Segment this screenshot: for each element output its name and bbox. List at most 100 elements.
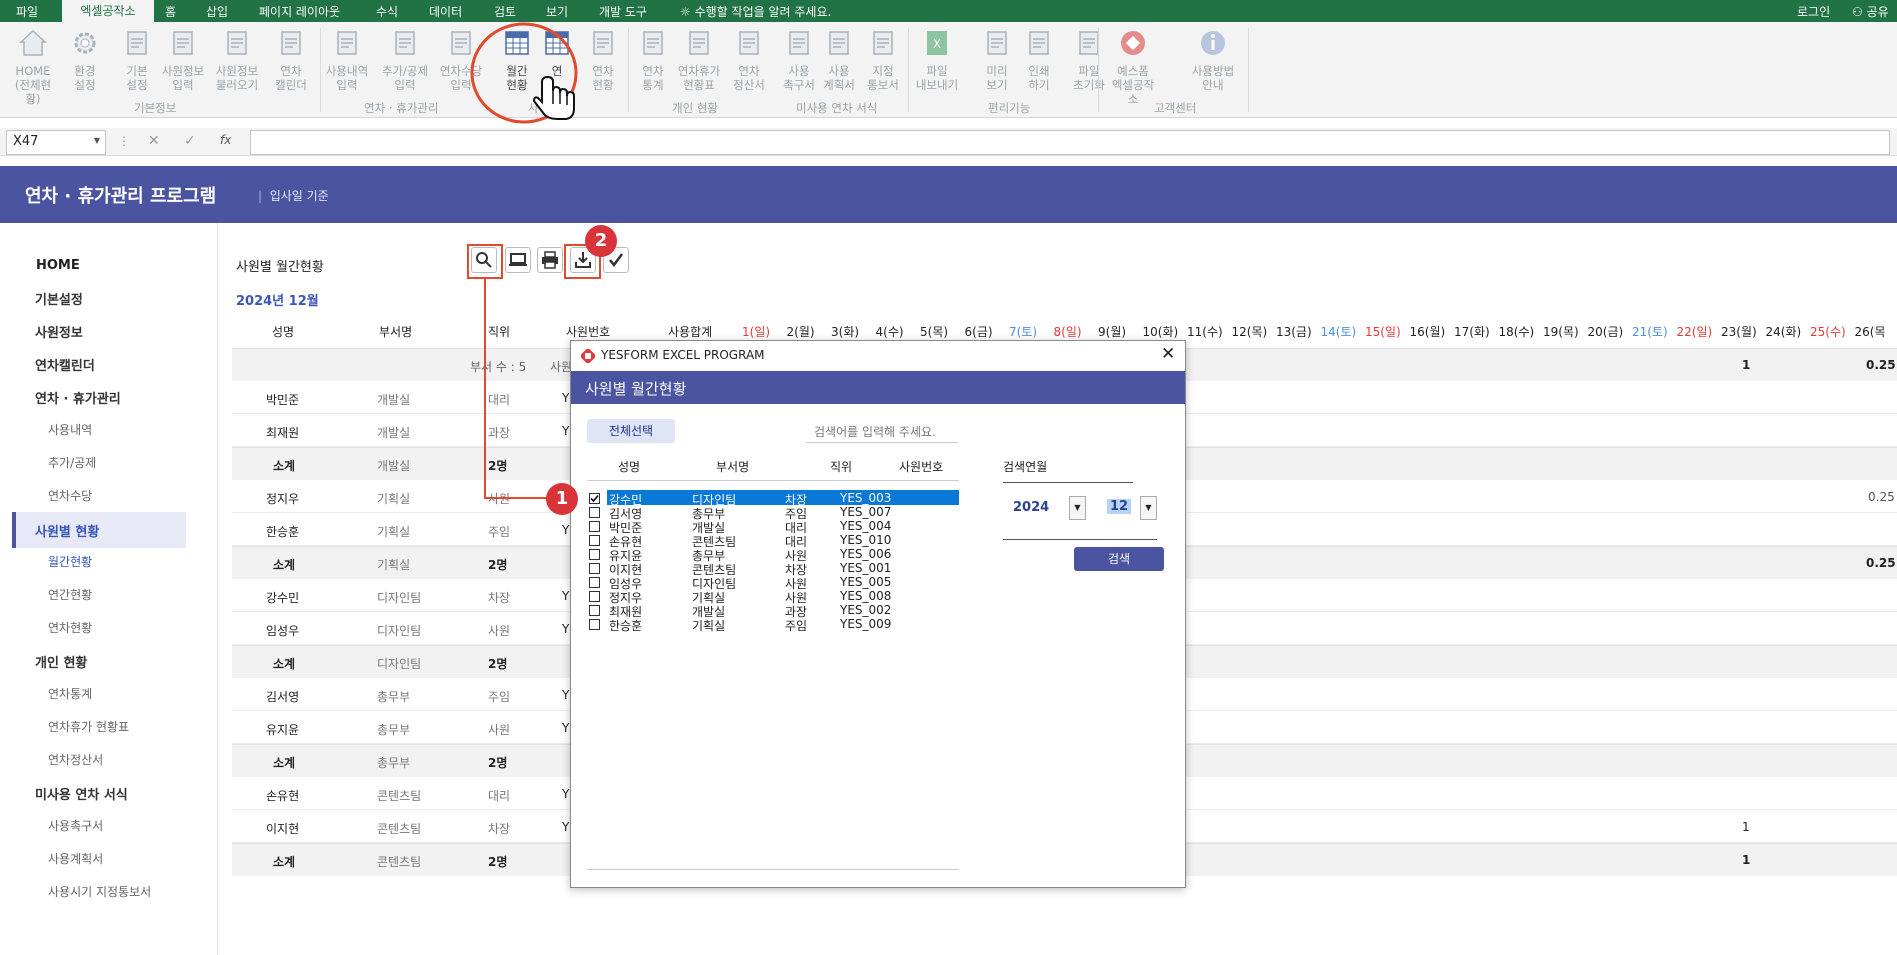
excel-menubar: 파일 엑셀공작소 홈 삽입 페이지 레이아웃 수식 데이터 검토 보기 개발 도… bbox=[0, 0, 1897, 22]
screen-view-button[interactable] bbox=[505, 247, 531, 273]
employee-checkbox[interactable] bbox=[589, 493, 600, 504]
formula-input[interactable] bbox=[250, 130, 1890, 155]
menu-review[interactable]: 검토 bbox=[494, 3, 516, 20]
employee-checkbox[interactable] bbox=[589, 591, 600, 602]
ribbon-button-23[interactable]: 예스폼 엑셀공작소 bbox=[1108, 28, 1158, 106]
ribbon-button-6[interactable]: 연차 캘린더 bbox=[266, 28, 316, 92]
employee-row[interactable]: 최재원 개발실 과장 YES_002 bbox=[571, 603, 971, 619]
tell-me-search[interactable]: ☼ 수행할 작업을 알려 주세요. bbox=[680, 3, 831, 20]
summary-total-days: 0.25 bbox=[1866, 358, 1896, 372]
employee-checkbox[interactable] bbox=[589, 521, 600, 532]
sidebar-item-12[interactable]: 개인 현황 bbox=[35, 652, 87, 671]
ribbon-button-24[interactable]: 사용방법 안내 bbox=[1188, 28, 1238, 92]
ribbon-button-18[interactable]: 지정 통보서 bbox=[858, 28, 908, 92]
employee-checkbox[interactable] bbox=[589, 507, 600, 518]
sidebar-item-home[interactable]: HOME bbox=[36, 258, 80, 273]
employee-row[interactable]: 유지윤 총무부 사원 YES_006 bbox=[571, 547, 971, 563]
ribbon-button-21[interactable]: 인쇄 하기 bbox=[1014, 28, 1064, 92]
menu-view[interactable]: 보기 bbox=[546, 3, 568, 20]
month-select[interactable]: 12 ▼ bbox=[1095, 496, 1157, 520]
table-cell-dept: 기획실 bbox=[377, 558, 411, 572]
sidebar-item-7[interactable]: 연차수당 bbox=[48, 487, 92, 504]
ribbon-button-13[interactable]: 연차 통계 bbox=[628, 28, 678, 92]
settings-doc-icon bbox=[127, 31, 147, 55]
name-box-value: X47 bbox=[13, 134, 39, 149]
fx-icon[interactable]: fx bbox=[220, 133, 231, 147]
year-select[interactable]: 2024 ▼ bbox=[1003, 496, 1087, 520]
menu-file[interactable]: 파일 bbox=[16, 3, 38, 20]
ribbon-button-19[interactable]: X 파일 내보내기 bbox=[912, 28, 962, 92]
employee-name: 한승훈 bbox=[609, 619, 643, 633]
name-box[interactable]: X47 ▼ bbox=[6, 130, 106, 155]
menu-developer[interactable]: 개발 도구 bbox=[599, 3, 647, 20]
menu-home[interactable]: 홈 bbox=[165, 3, 176, 20]
employee-checkbox[interactable] bbox=[589, 563, 600, 574]
employee-row[interactable]: 강수민 디자인팀 차장 YES_003 bbox=[571, 491, 971, 507]
sidebar-item-5[interactable]: 사용내역 bbox=[48, 421, 92, 438]
sidebar-item-2[interactable]: 사원정보 bbox=[35, 322, 83, 341]
ribbon-button-17[interactable]: 사용 계획서 bbox=[814, 28, 864, 92]
menu-page-layout[interactable]: 페이지 레이아웃 bbox=[259, 3, 340, 20]
select-all-button[interactable]: 전체선택 bbox=[587, 419, 675, 443]
ribbon-button-8[interactable]: 추가/공제 입력 bbox=[380, 28, 430, 92]
employee-row[interactable]: 임성우 디자인팀 사원 YES_005 bbox=[571, 575, 971, 591]
ribbon-button-22[interactable]: 파일 초기화 bbox=[1064, 28, 1114, 92]
ribbon-button-7[interactable]: 사용내역 입력 bbox=[322, 28, 372, 92]
employee-row[interactable]: 한승훈 기획실 주임 YES_009 bbox=[571, 617, 971, 633]
cancel-icon[interactable]: ✕ bbox=[148, 133, 160, 149]
ribbon-button-5[interactable]: 사원정보 불러오기 bbox=[212, 28, 262, 92]
employee-row[interactable]: 이지현 콘텐츠팀 차장 YES_001 bbox=[571, 561, 971, 577]
share-button[interactable]: ⚇ 공유 bbox=[1852, 3, 1889, 20]
menu-insert[interactable]: 삽입 bbox=[206, 3, 228, 20]
employee-checkbox[interactable] bbox=[589, 549, 600, 560]
menu-yesform-active[interactable]: 엑셀공작소 bbox=[62, 0, 154, 22]
menu-data[interactable]: 데이터 bbox=[429, 3, 462, 20]
sidebar-item-19[interactable]: 사용시기 지정통보서 bbox=[48, 883, 151, 900]
sidebar-item-6[interactable]: 추가/공제 bbox=[48, 454, 96, 471]
day-header: 26(목 bbox=[1854, 325, 1886, 339]
ribbon-button-1[interactable]: HOME (전체현황) bbox=[8, 28, 58, 106]
sidebar-item-16[interactable]: 미사용 연차 서식 bbox=[35, 784, 128, 803]
employee-checkbox[interactable] bbox=[589, 535, 600, 546]
dialog-search-input[interactable]: 검색어를 입력해 주세요. bbox=[806, 419, 958, 443]
value-content-total: 1 bbox=[1742, 853, 1751, 867]
employee-row[interactable]: 박민준 개발실 대리 YES_004 bbox=[571, 519, 971, 535]
employee-pos: 주임 bbox=[785, 619, 808, 633]
month-value: 12 bbox=[1107, 499, 1132, 514]
employee-row[interactable]: 김서영 총무부 주임 YES_007 bbox=[571, 505, 971, 521]
ribbon-button-12[interactable]: 연차 현황 bbox=[578, 28, 628, 92]
print-button[interactable] bbox=[537, 247, 563, 273]
sidebar-item-1[interactable]: 기본설정 bbox=[35, 289, 83, 308]
sidebar-item-15[interactable]: 연차정산서 bbox=[48, 751, 103, 768]
employee-checkbox[interactable] bbox=[589, 605, 600, 616]
search-submit-button[interactable]: 검색 bbox=[1074, 547, 1164, 571]
sidebar-item-17[interactable]: 사용촉구서 bbox=[48, 817, 103, 834]
sidebar-item-18[interactable]: 사용계획서 bbox=[48, 850, 103, 867]
sidebar-item-10[interactable]: 연간현황 bbox=[48, 586, 92, 603]
enter-icon[interactable]: ✓ bbox=[184, 133, 196, 149]
menu-formulas[interactable]: 수식 bbox=[376, 3, 398, 20]
table-cell-name: 임성우 bbox=[266, 624, 300, 638]
chevron-down-icon[interactable]: ▼ bbox=[1069, 496, 1086, 520]
employee-row[interactable]: 정지우 기획실 사원 YES_008 bbox=[571, 589, 971, 605]
ribbon-button-4[interactable]: 사원정보 입력 bbox=[158, 28, 208, 92]
sidebar-item-13[interactable]: 연차통계 bbox=[48, 685, 92, 702]
ribbon-button-3[interactable]: 기본 설정 bbox=[112, 28, 162, 92]
sidebar-item-14[interactable]: 연차휴가 현황표 bbox=[48, 718, 129, 735]
sidebar-item-4[interactable]: 연차 · 휴가관리 bbox=[35, 388, 121, 407]
sidebar-item-8[interactable]: 사원별 현황 bbox=[35, 521, 99, 540]
ribbon-button-14[interactable]: 연차휴가 현황표 bbox=[674, 28, 724, 92]
employee-checkbox[interactable] bbox=[589, 577, 600, 588]
ribbon-button-15[interactable]: 연차 정산서 bbox=[724, 28, 774, 92]
close-icon[interactable]: ✕ bbox=[1161, 344, 1175, 364]
ribbon-button-2[interactable]: 환경 설정 bbox=[60, 28, 110, 92]
employee-checkbox[interactable] bbox=[589, 619, 600, 630]
login-link[interactable]: 로그인 bbox=[1797, 3, 1830, 20]
sidebar-item-3[interactable]: 연차캘린더 bbox=[35, 355, 95, 374]
chevron-down-icon[interactable]: ▼ bbox=[1140, 496, 1157, 520]
sidebar-item-11[interactable]: 연차현황 bbox=[48, 619, 92, 636]
value-planning-total: 0.25 bbox=[1866, 556, 1896, 570]
employee-row[interactable]: 손유현 콘텐츠팀 대리 YES_010 bbox=[571, 533, 971, 549]
sheet-period: 2024년 12월 bbox=[236, 294, 319, 309]
sidebar-item-9[interactable]: 월간현황 bbox=[48, 553, 92, 570]
